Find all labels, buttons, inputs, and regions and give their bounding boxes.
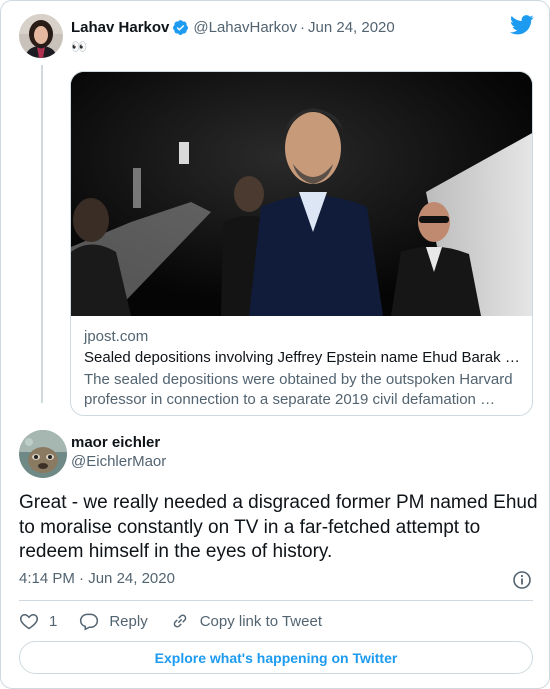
- author-handle-date: @LahavHarkov · Jun 24, 2020: [193, 18, 395, 36]
- link-preview-card[interactable]: jpost.com Sealed depositions involving J…: [70, 71, 533, 416]
- action-bar: 1 Reply Copy link to Tweet: [19, 607, 344, 635]
- author-name[interactable]: Lahav Harkov: [71, 19, 169, 36]
- link-title: Sealed depositions involving Jeffrey Eps…: [84, 349, 520, 366]
- avatar-maor-eichler[interactable]: [19, 430, 67, 478]
- link-description: The sealed depositions were obtained by …: [84, 371, 513, 408]
- tweet-timestamp[interactable]: 4:14 PM · Jun 24, 2020: [19, 570, 175, 587]
- copy-link-button[interactable]: Copy link to Tweet: [170, 611, 322, 631]
- tweet2-header: maor eichler @EichlerMaor: [71, 434, 166, 470]
- heart-icon: [20, 613, 38, 630]
- info-icon[interactable]: [512, 570, 532, 590]
- verified-badge-icon: [172, 19, 189, 36]
- embedded-tweet: Lahav Harkov @LahavHarkov · Jun 24, 2020 👀: [0, 0, 550, 689]
- tweet1-text: 👀: [71, 39, 89, 54]
- tweet2-text: Great - we really needed a disgraced for…: [19, 492, 538, 562]
- tweet1-header: Lahav Harkov @LahavHarkov · Jun 24, 2020: [71, 17, 395, 37]
- tweet-date: Jun 24, 2020: [88, 570, 175, 587]
- author-handle[interactable]: @LahavHarkov: [193, 19, 297, 36]
- link-icon: [173, 614, 186, 628]
- like-count: 1: [49, 612, 58, 630]
- reply-bubble-icon: [80, 613, 99, 631]
- tweet-date[interactable]: Jun 24, 2020: [308, 19, 395, 36]
- twitter-bird-icon[interactable]: [510, 15, 534, 35]
- divider: [19, 600, 533, 601]
- reply-label: Reply: [109, 612, 148, 630]
- thread-connector-line: [41, 65, 43, 403]
- separator-dot: ·: [79, 570, 89, 587]
- avatar-lahav-harkov[interactable]: [19, 14, 63, 58]
- tweet-time: 4:14 PM: [19, 570, 75, 587]
- reply-button[interactable]: Reply: [79, 611, 148, 631]
- copy-link-label: Copy link to Tweet: [199, 612, 322, 630]
- link-domain: jpost.com: [84, 328, 149, 345]
- explore-twitter-button[interactable]: Explore what's happening on Twitter: [19, 641, 533, 674]
- link-preview-text: jpost.com Sealed depositions involving J…: [84, 328, 524, 410]
- link-preview-image: [71, 72, 532, 316]
- like-button[interactable]: 1: [19, 611, 57, 631]
- author-handle[interactable]: @EichlerMaor: [71, 453, 166, 470]
- author-name[interactable]: maor eichler: [71, 434, 166, 451]
